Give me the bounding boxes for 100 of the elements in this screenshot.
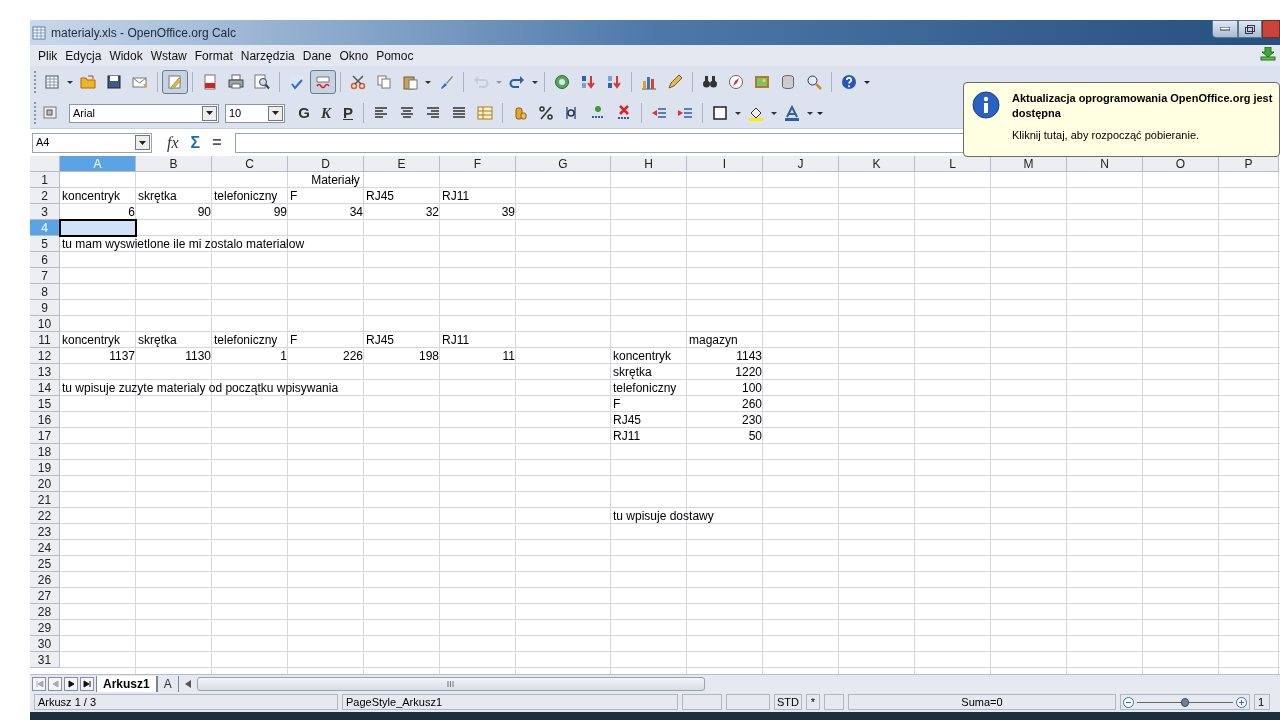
row-header[interactable]: 1 (30, 172, 60, 188)
cell-text: skrętka (138, 332, 177, 348)
column-header[interactable]: F (440, 156, 516, 172)
column-header[interactable]: H (611, 156, 687, 172)
horizontal-scrollbar[interactable] (196, 676, 705, 691)
zoom-in-icon[interactable] (1236, 696, 1247, 708)
sheet-tab[interactable]: Arkusz1 (96, 675, 157, 693)
row-header[interactable]: 20 (30, 476, 60, 492)
function-button[interactable]: = (209, 130, 225, 155)
bold-button[interactable]: G (293, 101, 315, 125)
row-header[interactable]: 6 (30, 252, 60, 268)
font-size-field[interactable]: 10 (225, 103, 285, 123)
row-header[interactable]: 9 (30, 300, 60, 316)
minimize-button[interactable] (1212, 20, 1238, 38)
download-icon[interactable] (1260, 47, 1276, 61)
last-sheet-button[interactable] (80, 676, 94, 691)
row-header[interactable]: 15 (30, 396, 60, 412)
italic-button[interactable]: K (315, 101, 337, 125)
row-header[interactable]: 26 (30, 572, 60, 588)
row-header[interactable]: 7 (30, 268, 60, 284)
menu-item[interactable]: Narzędzia (236, 46, 299, 65)
zoom-out-icon[interactable] (1123, 696, 1134, 708)
cell-text: 1220 (735, 364, 762, 380)
modified-indicator: * (806, 694, 820, 710)
cell-text: 1 (280, 348, 287, 364)
scissors-icon (350, 74, 366, 90)
row-header[interactable]: 10 (30, 316, 60, 332)
menu-item[interactable]: Widok (105, 46, 147, 65)
column-header[interactable]: E (364, 156, 440, 172)
folder-icon (80, 74, 96, 90)
column-header[interactable]: G (516, 156, 611, 172)
cell-text: F (290, 332, 298, 348)
row-header[interactable]: 29 (30, 620, 60, 636)
row-header[interactable]: 11 (30, 332, 60, 348)
menu-item[interactable]: Format (190, 46, 237, 65)
column-header[interactable]: C (212, 156, 288, 172)
row-header[interactable]: 5 (30, 236, 60, 252)
row-header[interactable]: 14 (30, 380, 60, 396)
column-header[interactable]: J (763, 156, 839, 172)
name-box[interactable]: A4 (32, 132, 152, 153)
row-header[interactable]: 19 (30, 460, 60, 476)
row-header[interactable]: 2 (30, 188, 60, 204)
dropdown-button[interactable] (135, 135, 150, 150)
zoom-slider[interactable] (1137, 696, 1233, 708)
menu-item[interactable]: Edycja (61, 46, 106, 65)
row-header[interactable]: 17 (30, 428, 60, 444)
row-header[interactable]: 13 (30, 364, 60, 380)
maximize-button[interactable] (1238, 20, 1262, 38)
merge-cells-icon (477, 105, 493, 121)
row-header[interactable]: 22 (30, 508, 60, 524)
selected-cell[interactable] (60, 220, 136, 236)
column-header[interactable]: L (915, 156, 991, 172)
row-header[interactable]: 3 (30, 204, 60, 220)
function-wizard-button[interactable]: fx (164, 130, 182, 155)
menu-item[interactable]: Plik (34, 46, 62, 65)
skip-first-icon (34, 679, 44, 688)
column-header[interactable]: B (136, 156, 212, 172)
row-header[interactable]: 27 (30, 588, 60, 604)
paint-bucket-icon (748, 105, 764, 121)
dropdown-button[interactable] (268, 105, 283, 121)
menu-item[interactable]: Dane (298, 46, 336, 65)
next-sheet-button[interactable] (64, 676, 78, 691)
row-header[interactable]: 12 (30, 348, 60, 364)
font-name-field[interactable]: Arial (69, 103, 219, 123)
cell-text: RJ11 (613, 428, 641, 444)
styles-icon[interactable] (43, 105, 59, 121)
align-right-icon (425, 105, 441, 121)
sum-button[interactable]: Σ (187, 130, 204, 155)
underline-button[interactable]: P (337, 101, 359, 125)
row-header[interactable]: 21 (30, 492, 60, 508)
cell-text: 50 (748, 428, 762, 444)
row-header[interactable]: 18 (30, 444, 60, 460)
zoom-slider-thumb[interactable] (1181, 697, 1189, 707)
row-header[interactable]: 16 (30, 412, 60, 428)
row-header[interactable]: 23 (30, 524, 60, 540)
column-header[interactable]: D (288, 156, 364, 172)
menu-item[interactable]: Wstaw (146, 46, 191, 65)
row-header[interactable]: 30 (30, 636, 60, 652)
row-header[interactable]: 8 (30, 284, 60, 300)
row-header[interactable]: 28 (30, 604, 60, 620)
caret-icon (735, 111, 741, 115)
menu-item[interactable]: Pomoc (372, 46, 418, 65)
cell-text: RJ45 (366, 188, 394, 204)
menu-item[interactable]: Okno (335, 46, 373, 65)
bar-chart-icon (641, 74, 657, 90)
row-header[interactable]: 25 (30, 556, 60, 572)
cell-text: 1143 (736, 348, 762, 364)
pdf-document-icon (202, 74, 218, 90)
row-header[interactable]: 31 (30, 652, 60, 668)
left-arrow-icon (50, 679, 60, 688)
row-header[interactable]: 24 (30, 540, 60, 556)
column-header[interactable]: K (839, 156, 915, 172)
update-balloon-tooltip[interactable]: Aktualizacja oprogramowania OpenOffice.org jest dostępna Kliknij tutaj, aby rozpocząć pobieranie. (963, 82, 1280, 157)
first-sheet-button[interactable] (32, 676, 46, 691)
cell-text: 1137 (109, 348, 135, 364)
scroll-left-icon[interactable] (184, 679, 191, 688)
cell-text: magazyn (689, 332, 738, 348)
sheet-tab[interactable]: A (156, 675, 179, 693)
column-header[interactable]: I (687, 156, 763, 172)
dropdown-button[interactable] (202, 105, 217, 121)
